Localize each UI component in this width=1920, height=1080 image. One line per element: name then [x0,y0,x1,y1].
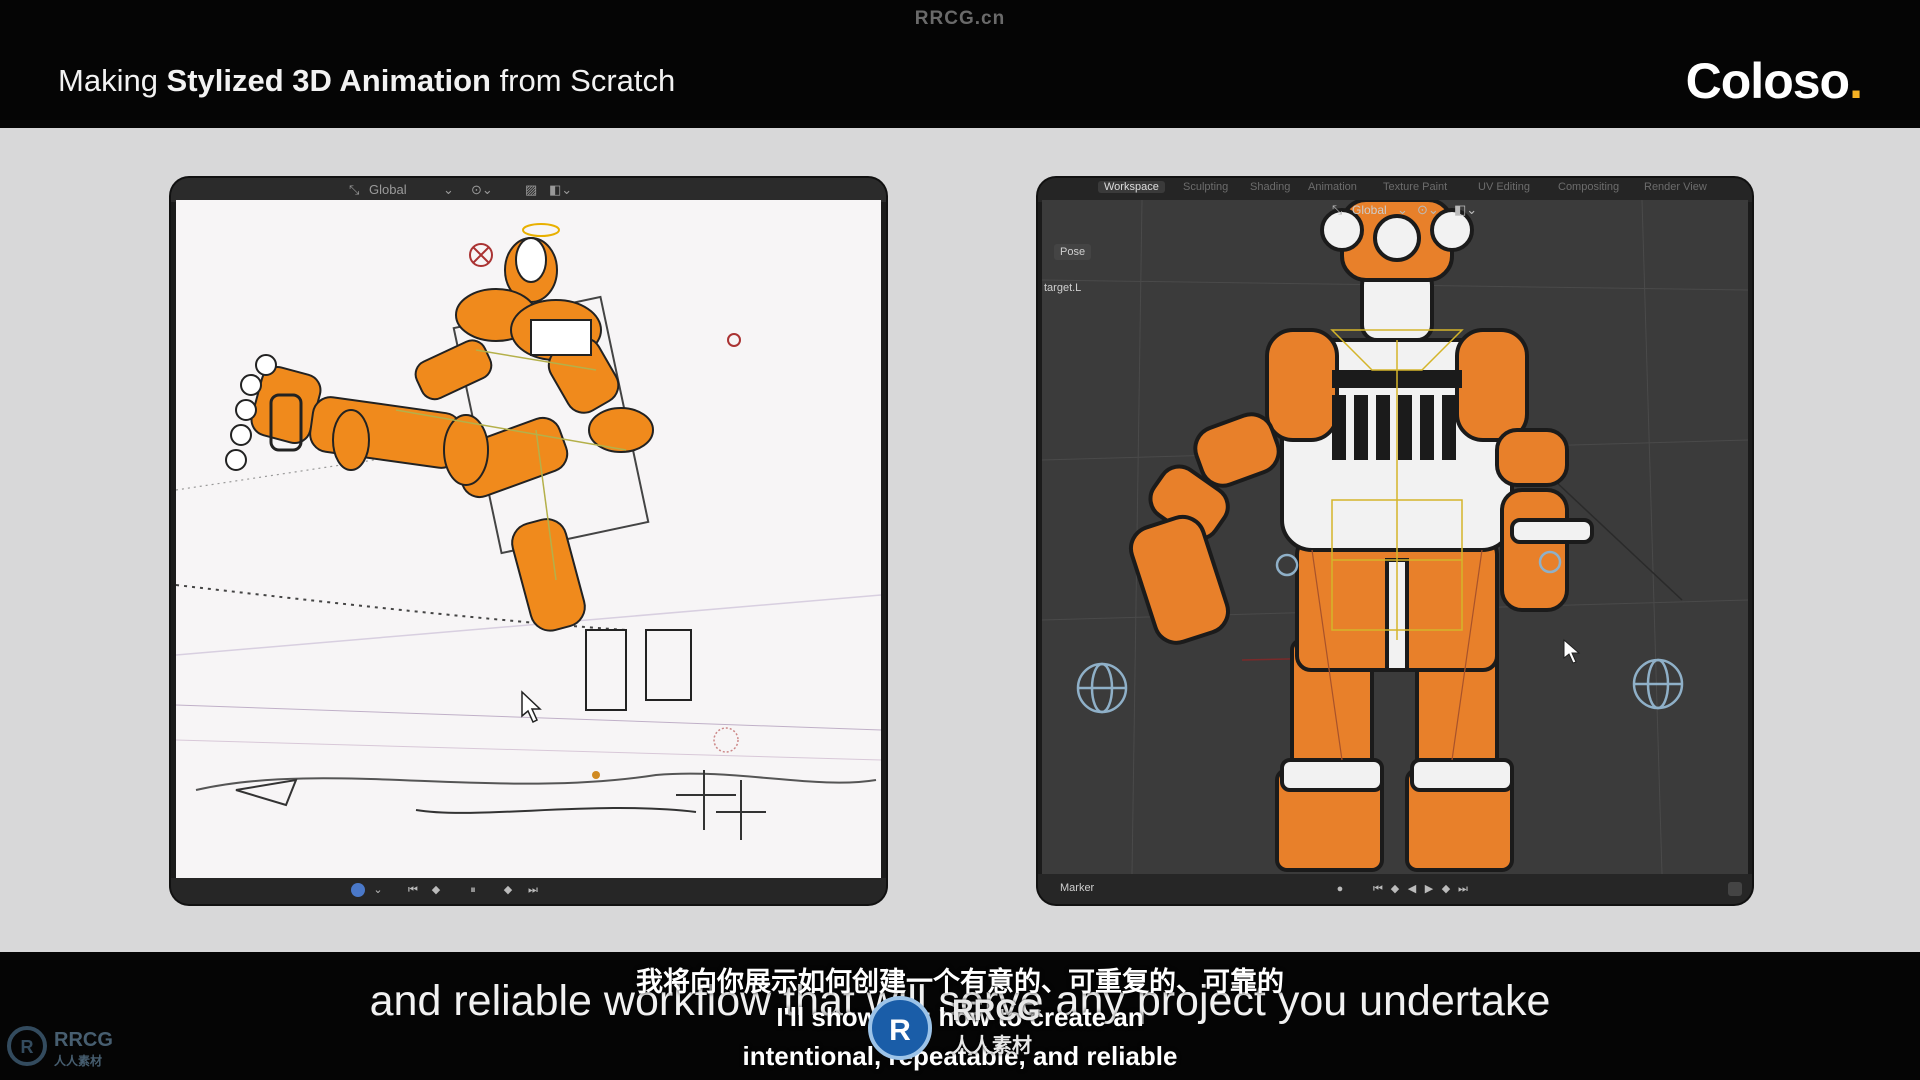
pivot-icon[interactable]: ⊙⌄ [471,182,493,198]
timeline-controls: ⌄ ⏮ ◆ ⏸ ◆ ⏭ [171,878,886,904]
sketch-viewport[interactable] [175,200,882,878]
pause-icon[interactable]: ⏸ [466,883,480,897]
jump-end-icon[interactable]: ⏭ [526,883,540,897]
svg-text:R: R [21,1037,34,1057]
rrcg-corner-emblem-icon: R [7,1026,47,1066]
logo-text: Coloso [1685,53,1850,109]
title-suffix: from Scratch [490,63,676,98]
prev-keyframe-icon[interactable]: ◆ [429,883,443,897]
workspace-tabbar: Workspace Sculpting Shading Animation Te… [1038,178,1752,202]
sketch-character-illustration [175,223,882,840]
tab-render-view[interactable]: Render View [1644,181,1707,193]
bone-label: target.L [1044,282,1082,294]
record-icon[interactable]: ● [1333,882,1347,896]
prev-keyframe-icon[interactable]: ◆ [1388,882,1402,896]
right-blender-viewport-panel: Workspace Sculpting Shading Animation Te… [1038,178,1752,904]
snap-icon[interactable]: ▨ [525,182,537,198]
chevron-down-icon[interactable]: ⌄ [443,182,454,198]
logo-dot: . [1849,53,1863,109]
video-stage: ⤡ Global ⌄ ⊙⌄ ▨ ◧⌄ ⌄ ⏮ ◆ ⏸ ◆ ⏭ Workspace… [0,128,1920,952]
coloso-logo: Coloso. [1685,52,1863,110]
title-prefix: Making [58,63,167,98]
rrcg-watermark-logo: R RRCG 人人素材 [860,992,1060,1062]
rrcg-logo-text: RRCG [952,994,1041,1027]
tab-uv-editing[interactable]: UV Editing [1478,181,1530,193]
tab-sculpting[interactable]: Sculpting [1183,181,1228,193]
tab-shading[interactable]: Shading [1250,181,1290,193]
chevron-down-icon[interactable]: ⌄ [1397,202,1408,218]
rigged-character-illustration [1041,198,1749,875]
title-bold: Stylized 3D Animation [166,63,491,98]
timeline-options-icon[interactable] [1728,882,1742,896]
marker-menu[interactable]: Marker [1060,882,1094,894]
transform-orientation-select[interactable]: Global [369,182,407,197]
corner-logo-subtext: 人人素材 [54,1054,103,1068]
pose-viewport[interactable]: ⤡ Global ⌄ ⊙⌄ ◧⌄ Pose target.L [1041,198,1749,875]
jump-end-icon[interactable]: ⏭ [1456,882,1470,896]
play-icon[interactable]: ▶ [1422,882,1436,896]
overlay-icon[interactable]: ◧⌄ [549,182,572,198]
course-title: Making Stylized 3D Animation from Scratc… [58,63,675,99]
transform-orientation-icon[interactable]: ⤡ [1332,202,1342,218]
tab-workspace[interactable]: Workspace [1098,181,1165,193]
tab-texture-paint[interactable]: Texture Paint [1383,181,1447,193]
svg-text:R: R [889,1014,911,1047]
next-keyframe-icon[interactable]: ◆ [501,883,515,897]
jump-start-icon[interactable]: ⏮ [406,883,420,897]
transform-orientation-icon[interactable]: ⤡ [349,182,359,198]
rrcg-emblem-icon: R [868,996,932,1060]
mouse-cursor-icon [1563,638,1581,664]
corner-logo-text: RRCG [54,1029,113,1051]
chevron-down-icon[interactable]: ⌄ [371,883,385,897]
mode-pose-button[interactable]: Pose [1054,244,1092,260]
tab-compositing[interactable]: Compositing [1558,181,1619,193]
play-reverse-icon[interactable]: ◀ [1405,882,1419,896]
overlay-icon[interactable]: ◧⌄ [1454,202,1477,218]
rrcg-logo-subtext: 人人素材 [952,1035,1032,1057]
jump-start-icon[interactable]: ⏮ [1371,882,1385,896]
transform-orientation-select[interactable]: Global [1352,203,1387,217]
rrcg-corner-logo: R RRCG 人人素材 [4,1023,124,1073]
keyframe-auto-icon[interactable] [351,883,365,897]
video-header: RRCG.cn Making Stylized 3D Animation fro… [0,0,1920,128]
next-keyframe-icon[interactable]: ◆ [1439,882,1453,896]
left-blender-viewport-panel: ⤡ Global ⌄ ⊙⌄ ▨ ◧⌄ ⌄ ⏮ ◆ ⏸ ◆ ⏭ [171,178,886,904]
timeline-controls: Marker ● ⏮ ◆ ◀ ▶ ◆ ⏭ [1038,874,1752,904]
tab-animation[interactable]: Animation [1308,181,1357,193]
watermark-text: RRCG.cn [914,8,1006,29]
viewport-header: ⤡ Global ⌄ ⊙⌄ ▨ ◧⌄ [171,178,886,202]
pivot-icon[interactable]: ⊙⌄ [1417,202,1439,218]
